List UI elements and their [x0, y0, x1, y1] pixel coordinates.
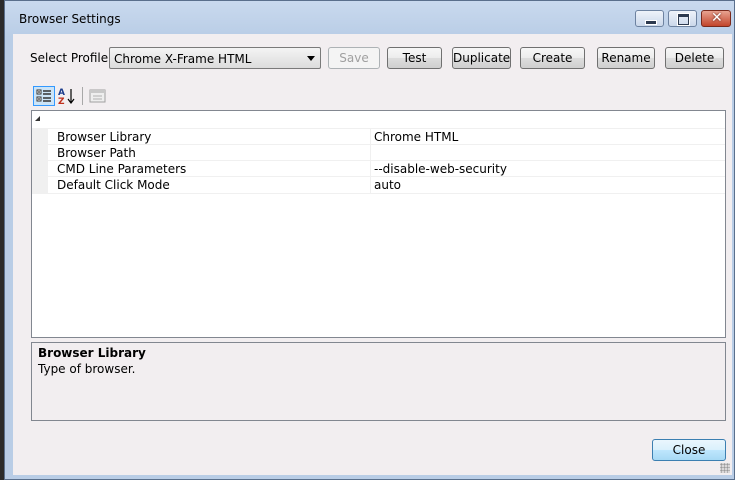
maximize-button[interactable]	[668, 10, 697, 27]
profile-dropdown-value: Chrome X-Frame HTML	[114, 52, 252, 66]
categorized-icon[interactable]	[33, 86, 55, 106]
help-description: Type of browser.	[38, 362, 136, 376]
close-icon: ✕	[711, 10, 723, 26]
property-category-header[interactable]	[32, 111, 725, 128]
column-separator	[370, 161, 371, 177]
select-profile-label: Select Profile:	[30, 51, 113, 65]
duplicate-button[interactable]: Duplicate	[452, 47, 511, 69]
maximize-icon	[678, 14, 689, 25]
save-button[interactable]: Save	[328, 47, 380, 69]
create-button[interactable]: Create	[520, 47, 585, 69]
row-margin	[32, 145, 48, 161]
property-row[interactable]: CMD Line Parameters --disable-web-securi…	[32, 160, 725, 177]
help-title: Browser Library	[38, 346, 146, 360]
row-margin	[32, 177, 48, 193]
rename-button[interactable]: Rename	[597, 47, 655, 69]
property-row[interactable]: Browser Path	[32, 144, 725, 161]
window-title: Browser Settings	[19, 12, 121, 26]
property-pages-icon[interactable]	[89, 86, 107, 106]
svg-text:Z: Z	[58, 97, 65, 106]
property-name: Default Click Mode	[57, 178, 170, 192]
column-separator	[370, 129, 371, 145]
property-name: Browser Path	[57, 146, 136, 160]
property-name: Browser Library	[57, 130, 152, 144]
sort-az-icon[interactable]: A Z	[57, 86, 77, 107]
row-margin	[32, 129, 48, 145]
property-name: CMD Line Parameters	[57, 162, 187, 176]
toolbar-separator	[82, 87, 83, 105]
property-help-panel: Browser Library Type of browser.	[31, 342, 726, 421]
column-separator	[370, 177, 371, 193]
collapse-triangle-icon[interactable]	[35, 116, 40, 121]
property-row[interactable]: Default Click Mode auto	[32, 176, 725, 194]
column-separator	[370, 145, 371, 161]
resize-grip-icon[interactable]	[720, 463, 730, 473]
row-margin	[32, 161, 48, 177]
profile-dropdown[interactable]: Chrome X-Frame HTML	[109, 47, 321, 69]
property-row[interactable]: Browser Library Chrome HTML	[32, 128, 725, 145]
property-grid[interactable]: Browser Library Chrome HTML Browser Path…	[31, 110, 726, 338]
delete-button[interactable]: Delete	[665, 47, 724, 69]
property-value[interactable]: auto	[374, 178, 401, 192]
close-button[interactable]: Close	[652, 439, 726, 461]
minimize-icon	[645, 20, 657, 25]
chevron-down-icon	[307, 56, 315, 61]
minimize-button[interactable]	[635, 10, 664, 27]
property-value[interactable]: --disable-web-security	[374, 162, 507, 176]
test-button[interactable]: Test	[387, 47, 442, 69]
dialog-client-area: Select Profile: Chrome X-Frame HTML Save…	[13, 34, 732, 475]
browser-settings-window: Browser Settings ✕ Select Profile: Chrom…	[4, 0, 735, 480]
window-close-button[interactable]: ✕	[701, 10, 731, 27]
property-value[interactable]: Chrome HTML	[374, 130, 458, 144]
